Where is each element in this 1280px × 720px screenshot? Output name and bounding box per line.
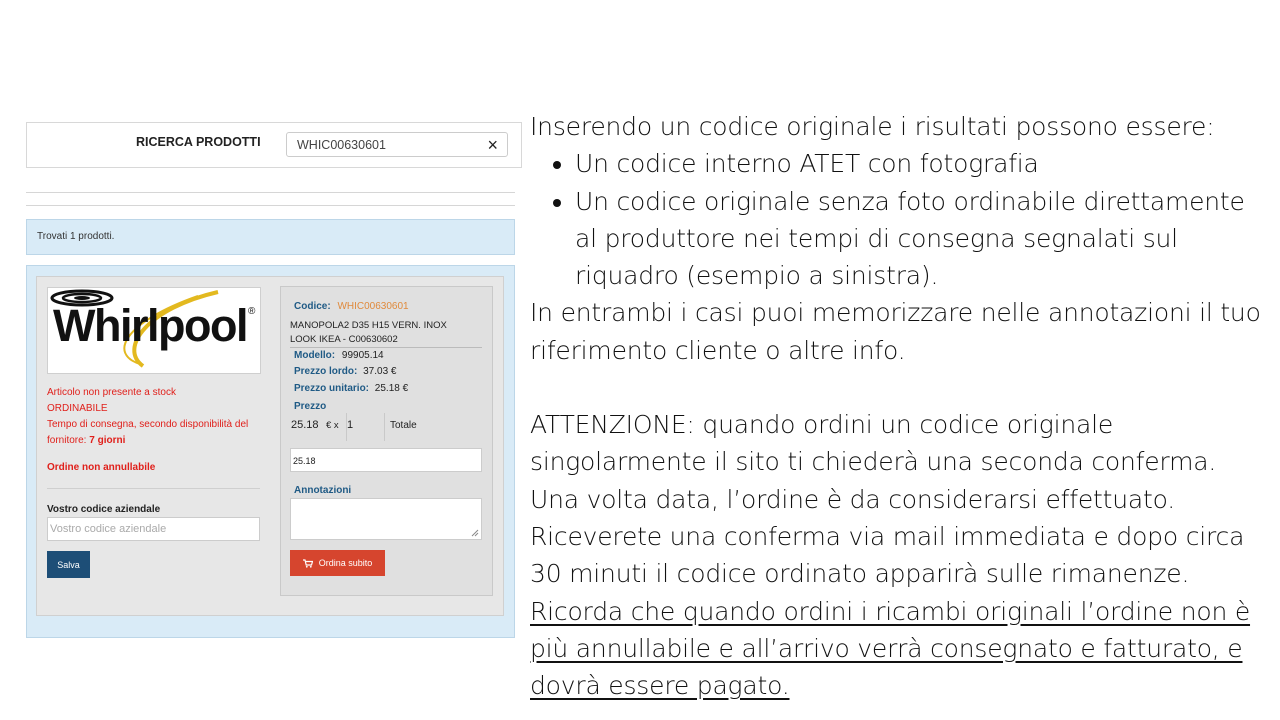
divider bbox=[26, 205, 515, 206]
divider bbox=[290, 347, 482, 348]
close-icon[interactable]: × bbox=[487, 134, 498, 156]
attention-text: ATTENZIONE: quando ordini un codice orig… bbox=[530, 410, 1245, 589]
resize-handle-icon[interactable] bbox=[471, 529, 479, 537]
model-value: 99905.14 bbox=[341, 350, 384, 361]
order-now-label: Ordina subito bbox=[318, 558, 373, 568]
divider bbox=[26, 192, 515, 193]
price-value: 25.18 bbox=[291, 419, 319, 431]
model-field: Modello: 99905.14 bbox=[294, 350, 384, 361]
result-type-list: Un codice interno ATET con fotografia Un… bbox=[530, 145, 1270, 294]
brand-logo: Whirlpool ® bbox=[47, 287, 261, 374]
order-now-button[interactable]: Ordina subito bbox=[290, 550, 385, 576]
notes-label: Annotazioni bbox=[294, 485, 352, 496]
delivery-days: 7 giorni bbox=[89, 435, 126, 446]
search-label: RICERCA PRODOTTI bbox=[136, 135, 261, 149]
annotations-text: In entrambi i casi puoi memorizzare nell… bbox=[530, 298, 1261, 365]
code-label: Codice: bbox=[294, 301, 331, 312]
total-value: 25.18 bbox=[293, 456, 316, 466]
results-count: Trovati 1 prodotti. bbox=[37, 231, 115, 242]
intro-text: Inserendo un codice originale i risultat… bbox=[530, 112, 1215, 141]
list-item: Un codice originale senza foto ordinabil… bbox=[575, 183, 1270, 295]
non-cancellable-warning: Ordine non annullabile bbox=[47, 462, 156, 473]
explanation-text: Inserendo un codice originale i risultat… bbox=[530, 108, 1270, 704]
unit-price-field: Prezzo unitario: 25.18 € bbox=[294, 383, 408, 394]
unit-price-value: 25.18 € bbox=[374, 383, 409, 394]
logo-registered: ® bbox=[248, 306, 256, 317]
currency-times: € x bbox=[326, 420, 339, 431]
delivery-info: Tempo di consegna, secondo disponibilità… bbox=[47, 419, 249, 430]
code-field: Codice: WHIC00630601 bbox=[294, 301, 409, 312]
orderable-status: ORDINABILE bbox=[47, 403, 108, 414]
divider bbox=[47, 488, 260, 489]
price-label: Prezzo bbox=[294, 401, 327, 412]
cart-icon bbox=[302, 558, 313, 568]
gross-price-value: 37.03 € bbox=[363, 366, 397, 377]
reminder-text: Ricorda che quando ordini i ricambi orig… bbox=[530, 596, 1251, 701]
total-label: Totale bbox=[390, 420, 417, 431]
product-description-line2: LOOK IKEA - C00630602 bbox=[290, 334, 398, 345]
company-code-input[interactable]: Vostro codice aziendale bbox=[47, 517, 260, 541]
list-item: Un codice interno ATET con fotografia bbox=[575, 145, 1270, 182]
gross-price-label: Prezzo lordo: bbox=[294, 366, 358, 377]
delivery-supplier-label: fornitore: bbox=[47, 435, 87, 446]
unit-price-label: Prezzo unitario: bbox=[294, 383, 370, 394]
notes-textarea[interactable] bbox=[290, 498, 482, 540]
delivery-info-line2: fornitore: 7 giorni bbox=[47, 435, 125, 446]
code-value: WHIC00630601 bbox=[337, 301, 409, 312]
quantity-input[interactable]: 1 bbox=[347, 419, 353, 431]
stock-status: Articolo non presente a stock bbox=[47, 387, 176, 398]
logo-text: Whirlpool bbox=[53, 300, 248, 351]
company-code-placeholder: Vostro codice aziendale bbox=[50, 523, 167, 535]
company-code-label: Vostro codice aziendale bbox=[47, 504, 161, 515]
search-input-value: WHIC00630601 bbox=[297, 138, 386, 152]
save-button[interactable]: Salva bbox=[47, 551, 90, 578]
total-input[interactable]: 25.18 bbox=[290, 448, 482, 472]
gross-price-field: Prezzo lordo: 37.03 € bbox=[294, 366, 397, 377]
search-input[interactable]: WHIC00630601 × bbox=[286, 132, 508, 157]
model-label: Modello: bbox=[294, 350, 336, 361]
product-description: MANOPOLA2 D35 H15 VERN. INOX bbox=[290, 320, 447, 331]
